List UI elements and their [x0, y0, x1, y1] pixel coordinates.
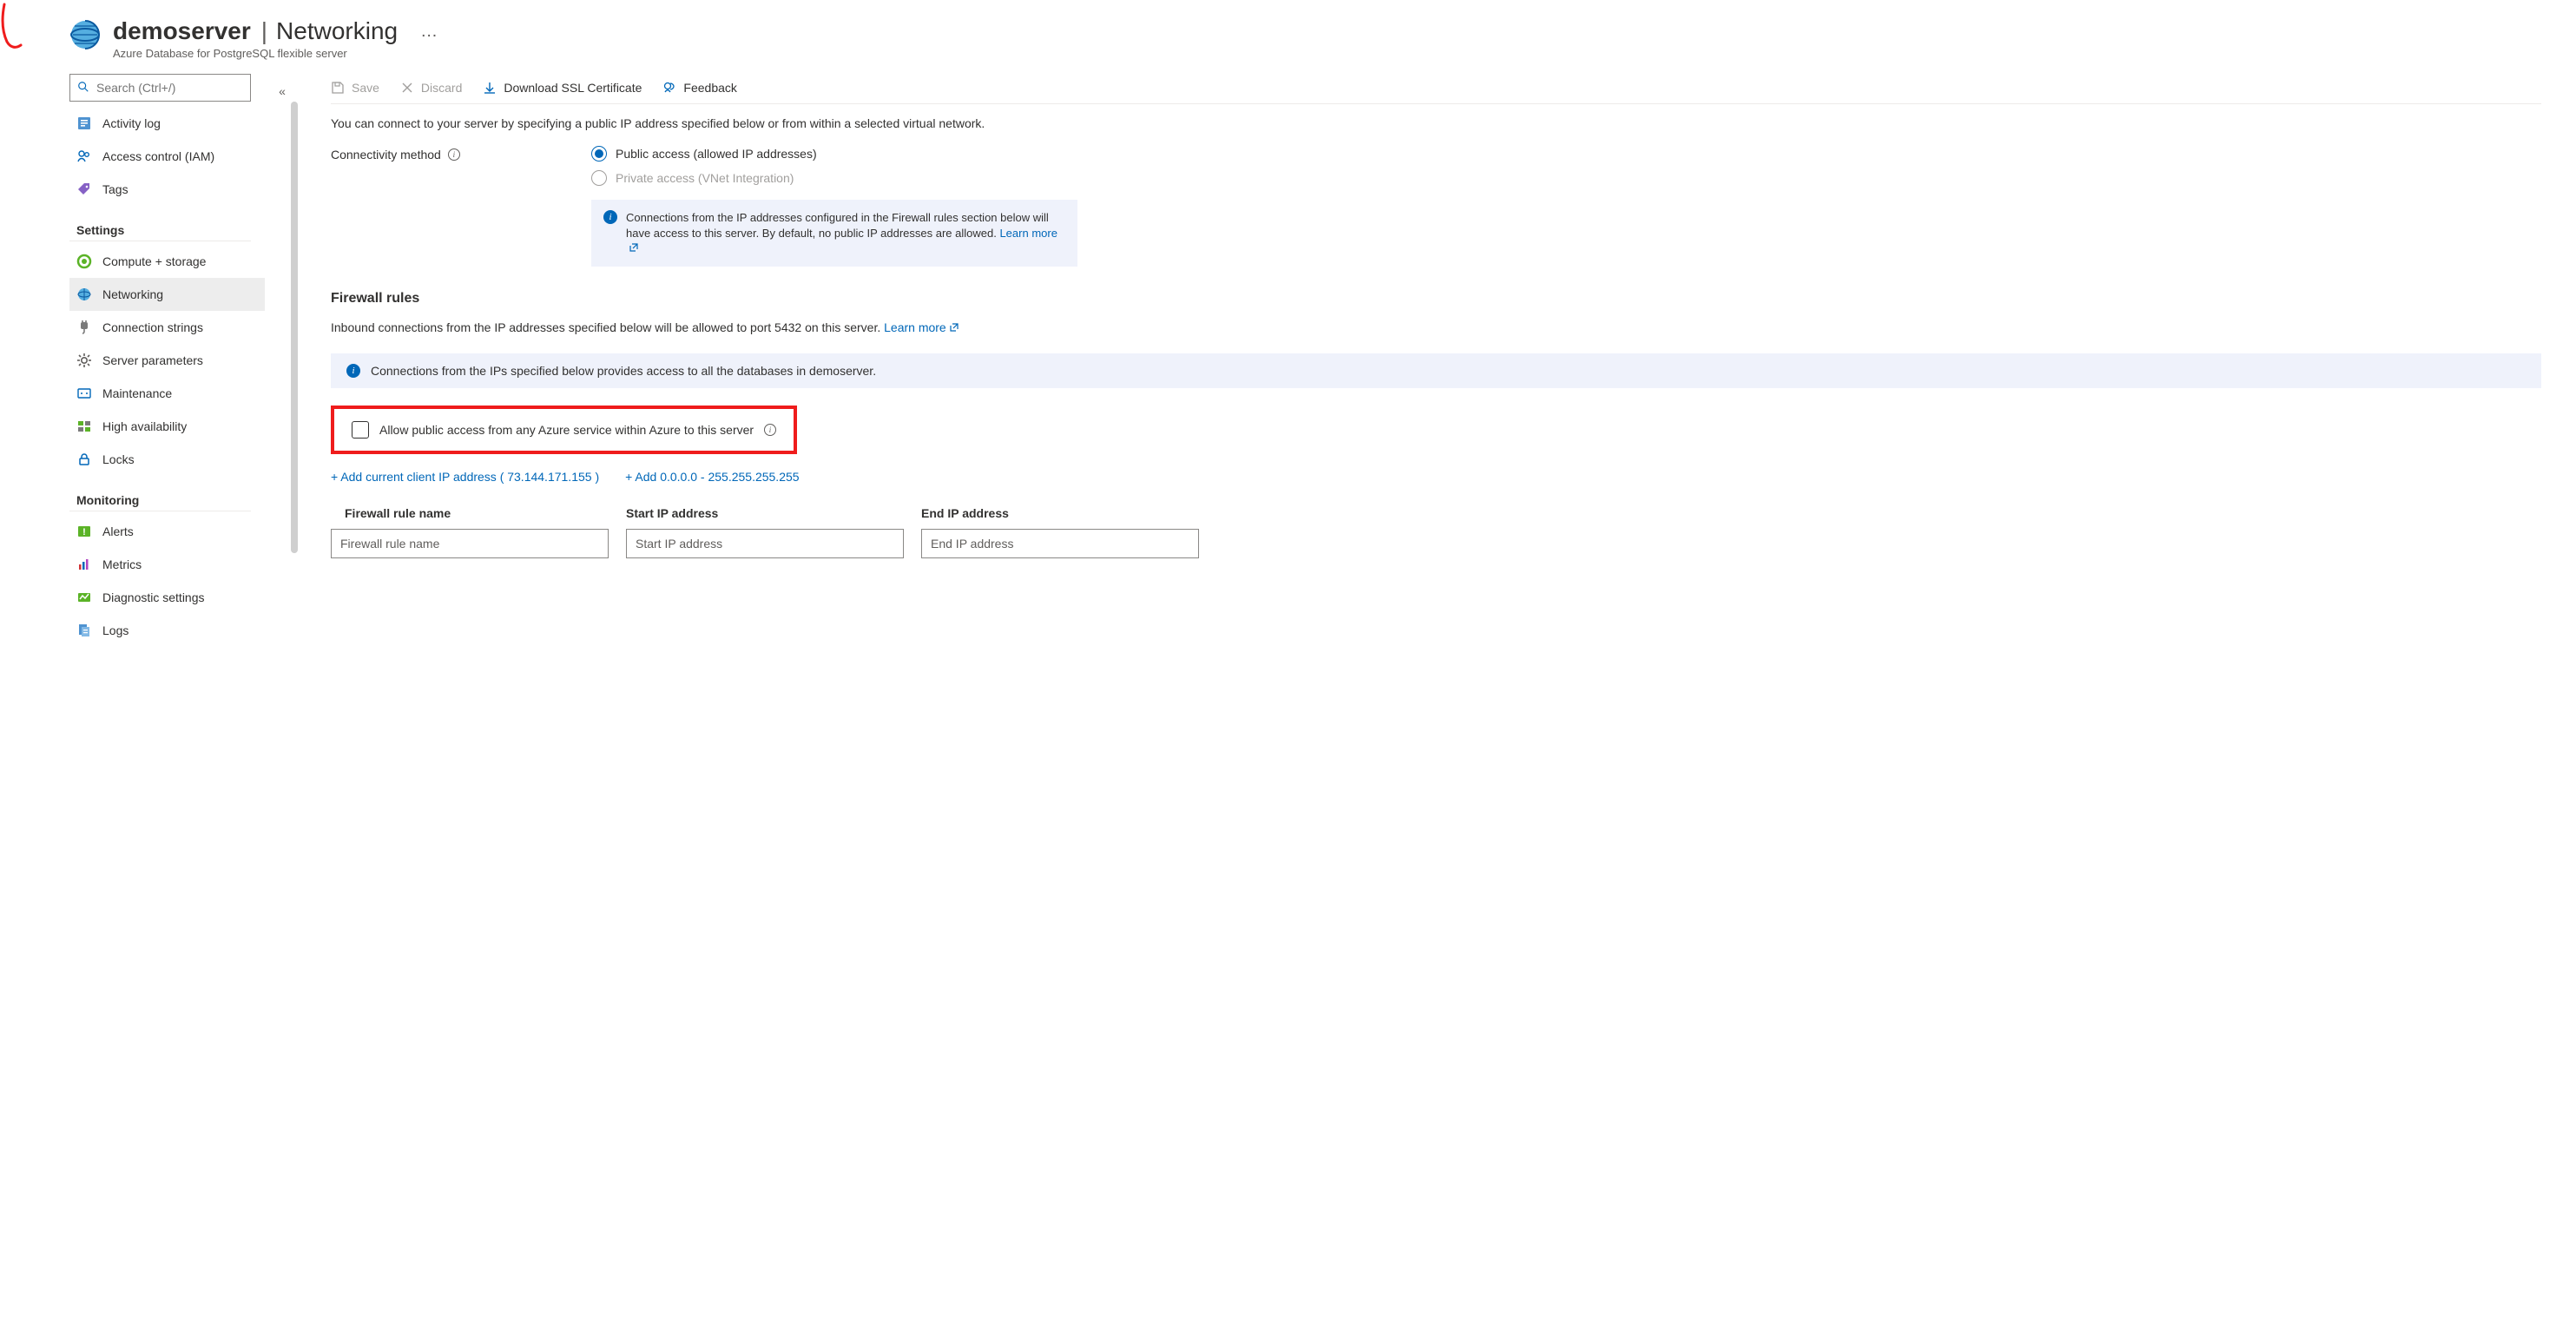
add-all-ips-link[interactable]: + Add 0.0.0.0 - 255.255.255.255 — [625, 470, 799, 484]
sidebar-item-label: Locks — [102, 452, 135, 466]
sidebar-item-label: Server parameters — [102, 353, 203, 367]
blade-title: Networking — [276, 17, 398, 45]
ha-icon — [76, 419, 92, 434]
resource-name: demoserver — [113, 17, 251, 45]
sidebar-item-activity-log[interactable]: Activity log — [69, 107, 265, 140]
sidebar-item-networking[interactable]: Networking — [69, 278, 265, 311]
sidebar-item-label: High availability — [102, 419, 187, 433]
intro-text: You can connect to your server by specif… — [331, 116, 2541, 130]
sidebar-item-access-control[interactable]: Access control (IAM) — [69, 140, 265, 173]
save-button[interactable]: Save — [331, 81, 379, 95]
column-start-ip: Start IP address — [626, 506, 904, 520]
lock-icon — [76, 452, 92, 467]
firewall-end-ip-input[interactable] — [921, 529, 1199, 558]
highlighted-allow-azure-box: Allow public access from any Azure servi… — [331, 406, 797, 454]
annotation-mark — [0, 0, 39, 52]
firewall-start-ip-input[interactable] — [626, 529, 904, 558]
sidebar-item-label: Alerts — [102, 524, 134, 538]
feedback-icon — [662, 81, 676, 95]
title-separator: | — [261, 17, 267, 45]
sidebar-item-label: Tags — [102, 182, 128, 196]
external-link-icon — [629, 241, 638, 249]
download-icon — [483, 81, 497, 95]
maintenance-icon — [76, 386, 92, 401]
search-icon — [77, 81, 89, 96]
sidebar-item-tags[interactable]: Tags — [69, 173, 265, 206]
add-client-ip-link[interactable]: + Add current client IP address ( 73.144… — [331, 470, 599, 484]
info-icon: i — [603, 210, 617, 224]
alert-icon: ! — [76, 524, 92, 539]
globe-icon — [76, 287, 92, 302]
resource-type-subtitle: Azure Database for PostgreSQL flexible s… — [113, 47, 438, 60]
save-icon — [331, 81, 345, 95]
people-icon — [76, 148, 92, 164]
logs-icon — [76, 623, 92, 638]
plug-icon — [76, 320, 92, 335]
gear-icon — [76, 353, 92, 368]
info-icon: i — [346, 364, 360, 378]
sidebar-item-server-parameters[interactable]: Server parameters — [69, 344, 265, 377]
download-ssl-button[interactable]: Download SSL Certificate — [483, 81, 642, 95]
column-end-ip: End IP address — [921, 506, 1199, 520]
sidebar-item-label: Diagnostic settings — [102, 590, 205, 604]
sidebar-search[interactable] — [69, 74, 251, 102]
command-bar: Save Discard Download SSL Certificate — [331, 74, 2541, 104]
sidebar-scrollbar[interactable] — [291, 102, 298, 553]
info-icon[interactable] — [448, 148, 460, 161]
connectivity-info-banner: i Connections from the IP addresses conf… — [591, 200, 1077, 267]
sidebar-item-logs[interactable]: Logs — [69, 614, 265, 647]
checkbox-icon — [352, 421, 369, 439]
resource-icon — [69, 19, 101, 50]
learn-more-link[interactable]: Learn more — [884, 320, 959, 334]
more-actions-button[interactable]: … — [420, 22, 438, 42]
tag-icon — [76, 181, 92, 197]
radio-public-access[interactable]: Public access (allowed IP addresses) — [591, 146, 817, 162]
svg-text:!: ! — [82, 527, 86, 537]
column-rule-name: Firewall rule name — [331, 506, 609, 520]
firewall-rules-heading: Firewall rules — [331, 291, 2541, 307]
log-icon — [76, 115, 92, 131]
discard-button[interactable]: Discard — [400, 81, 462, 95]
sidebar-item-alerts[interactable]: ! Alerts — [69, 515, 265, 548]
external-link-icon — [950, 320, 959, 329]
sidebar-item-diagnostic-settings[interactable]: Diagnostic settings — [69, 581, 265, 614]
firewall-rule-row — [331, 529, 2541, 558]
compute-icon — [76, 254, 92, 269]
sidebar-item-metrics[interactable]: Metrics — [69, 548, 265, 581]
page-header: demoserver | Networking … Azure Database… — [0, 0, 2576, 74]
diag-icon — [76, 590, 92, 605]
radio-private-access: Private access (VNet Integration) — [591, 170, 817, 186]
feedback-button[interactable]: Feedback — [662, 81, 736, 95]
sidebar-item-label: Networking — [102, 287, 163, 301]
sidebar-item-high-availability[interactable]: High availability — [69, 410, 265, 443]
collapse-sidebar-button[interactable]: « — [279, 84, 286, 98]
connectivity-method-label: Connectivity method — [331, 146, 557, 162]
sidebar-item-connection-strings[interactable]: Connection strings — [69, 311, 265, 344]
sidebar-item-label: Logs — [102, 623, 128, 637]
metrics-icon — [76, 557, 92, 572]
allow-azure-services-checkbox[interactable]: Allow public access from any Azure servi… — [352, 421, 776, 439]
database-access-banner: i Connections from the IPs specified bel… — [331, 353, 2541, 388]
sidebar-item-label: Compute + storage — [102, 254, 206, 268]
sidebar-item-label: Metrics — [102, 557, 142, 571]
content-pane: Save Discard Download SSL Certificate — [300, 74, 2576, 647]
sidebar-group-monitoring: Monitoring — [69, 490, 251, 511]
sidebar-item-compute-storage[interactable]: Compute + storage — [69, 245, 265, 278]
sidebar-item-locks[interactable]: Locks — [69, 443, 265, 476]
firewall-rules-description: Inbound connections from the IP addresse… — [331, 320, 2541, 334]
info-icon[interactable] — [764, 424, 776, 436]
sidebar: Activity log Access control (IAM) Tags Set… — [0, 74, 265, 647]
sidebar-group-settings: Settings — [69, 220, 251, 241]
discard-icon — [400, 81, 414, 95]
sidebar-search-input[interactable] — [96, 81, 254, 95]
sidebar-item-maintenance[interactable]: Maintenance — [69, 377, 265, 410]
sidebar-item-label: Activity log — [102, 116, 161, 130]
firewall-rule-name-input[interactable] — [331, 529, 609, 558]
sidebar-item-label: Maintenance — [102, 386, 172, 400]
sidebar-item-label: Connection strings — [102, 320, 203, 334]
sidebar-item-label: Access control (IAM) — [102, 149, 214, 163]
firewall-rule-columns: Firewall rule name Start IP address End … — [331, 506, 2541, 529]
